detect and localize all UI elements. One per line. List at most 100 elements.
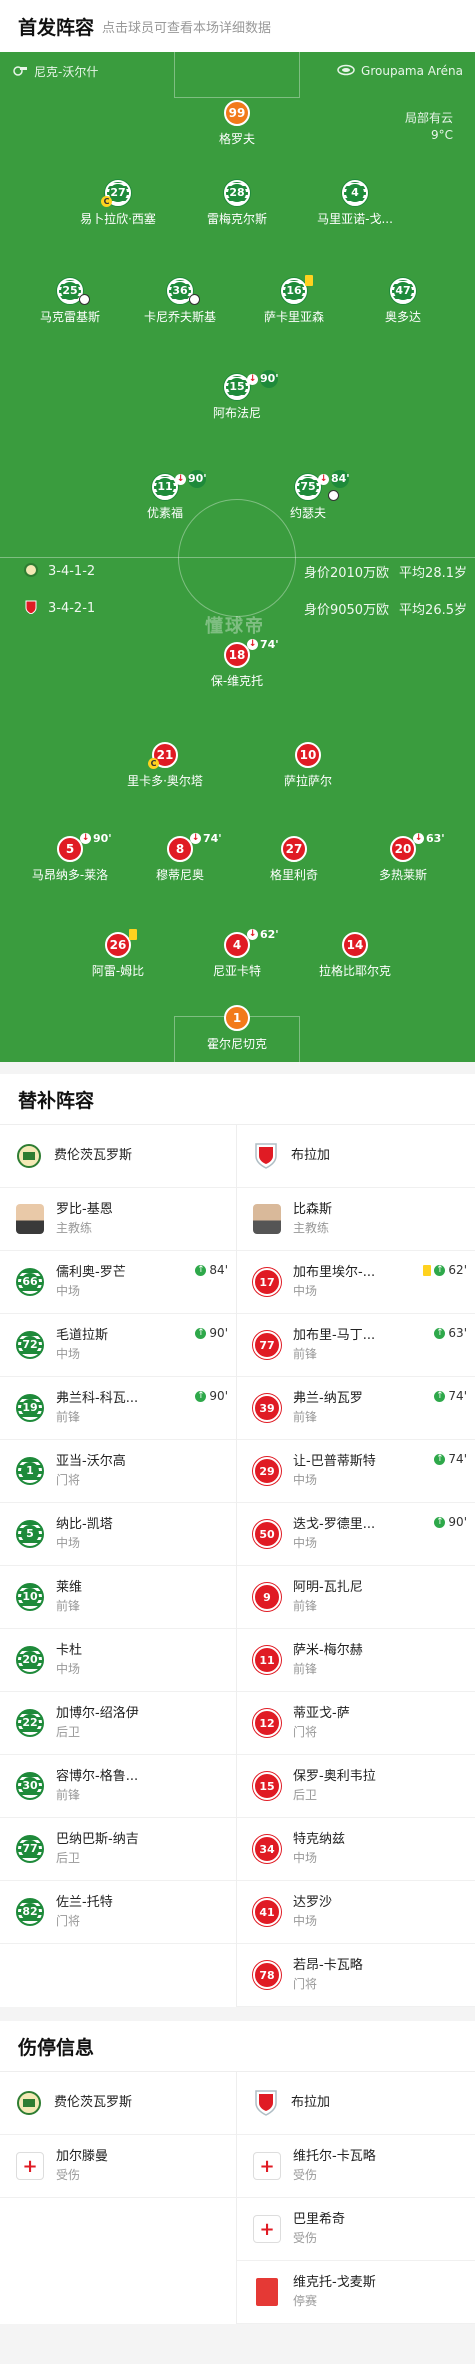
- sub-player-row[interactable]: 78 若昂-卡瓦略 门将: [237, 1944, 475, 2007]
- player-home[interactable]: 27 C 易卜拉欣·西塞: [58, 180, 178, 227]
- player-home[interactable]: 28 雷梅克尔斯: [177, 180, 297, 227]
- sub-player-row[interactable]: 50 迭戈-罗德里... 中场 ↑ 90': [237, 1503, 475, 1566]
- sub-off-marker: ↓ 90': [175, 470, 207, 488]
- player-away-gk[interactable]: 1 霍尔尼切克: [177, 1005, 297, 1052]
- sub-player-row[interactable]: 41 达罗沙 中场: [237, 1881, 475, 1944]
- player-name: 弗兰-纳瓦罗: [293, 1391, 363, 1406]
- player-name: 保罗-奥利韦拉: [293, 1769, 376, 1784]
- player-away[interactable]: 26 阿雷-姆比: [58, 929, 178, 979]
- home-team-row[interactable]: 费伦茨瓦罗斯: [0, 1125, 236, 1188]
- player-home[interactable]: 16 萨卡里亚森: [234, 275, 354, 325]
- sub-player-row[interactable]: 22 加博尔-绍洛伊 后卫: [0, 1692, 236, 1755]
- player-name: 毛道拉斯: [56, 1328, 109, 1343]
- sub-player-row[interactable]: 17 加布里埃尔-... 中场 ↑ 62': [237, 1251, 475, 1314]
- player-home[interactable]: 47 奥多达: [343, 278, 463, 325]
- coach-avatar: [16, 1204, 44, 1234]
- player-position: 中场: [56, 1347, 81, 1361]
- away-team-crest-icon: [253, 2089, 279, 2117]
- injury-row[interactable]: + 加尔滕曼 受伤: [0, 2135, 236, 2198]
- player-name: 维托尔-卡瓦略: [293, 2149, 376, 2164]
- player-away[interactable]: 20 ↓ 63' 多热莱斯: [343, 832, 463, 883]
- sub-on-icon: ↑: [434, 1516, 446, 1528]
- sub-player-row[interactable]: 29 让-巴普蒂斯特 中场 ↑ 74': [237, 1440, 475, 1503]
- sub-on-marker: ↑ 90': [195, 1389, 228, 1403]
- shirt-icon: 22: [16, 1709, 44, 1737]
- sub-off-marker: ↓ 74': [190, 832, 222, 845]
- shirt-icon: 34: [253, 1835, 281, 1863]
- sub-player-row[interactable]: 1 亚当-沃尔高 门将: [0, 1440, 236, 1503]
- player-home-gk[interactable]: 99 格罗夫: [177, 100, 297, 147]
- away-market-value: 身价9050万欧: [303, 603, 390, 618]
- player-away[interactable]: 8 ↓ 74' 穆蒂尼奥: [120, 832, 240, 883]
- away-formation-row: 3-4-2-1 身价9050万欧 平均26.5岁: [24, 599, 467, 618]
- sub-player-row[interactable]: 11 萨米-梅尔赫 前锋: [237, 1629, 475, 1692]
- player-away[interactable]: 18 ↓ 74' 保-维克托: [177, 638, 297, 689]
- sub-off-icon: ↓: [247, 929, 258, 940]
- team-name: 费伦茨瓦罗斯: [54, 2095, 133, 2110]
- player-name: 达罗沙: [293, 1895, 333, 1910]
- player-home[interactable]: 36 卡尼乔夫斯基: [120, 278, 240, 325]
- sub-player-row[interactable]: 15 保罗-奥利韦拉 后卫: [237, 1755, 475, 1818]
- suspension-row[interactable]: 维克托-戈麦斯 停赛: [237, 2261, 475, 2324]
- sub-player-row[interactable]: 66 儒利奥-罗芒 中场 ↑ 84': [0, 1251, 236, 1314]
- shirt-icon: 11 ↓ 90': [152, 470, 207, 500]
- injury-row[interactable]: + 维托尔-卡瓦略 受伤: [237, 2135, 475, 2198]
- away-coach-row[interactable]: 比森斯 主教练: [237, 1188, 475, 1251]
- home-subs-column: 费伦茨瓦罗斯 罗比-基恩 主教练 66 儒利奥-罗芒 中场 ↑ 84' 72 毛道拉斯 …: [0, 1125, 237, 2007]
- player-position: 中场: [293, 1851, 318, 1865]
- player-home[interactable]: 15 ↓ 90' 阿布法尼: [177, 370, 297, 421]
- sub-player-row[interactable]: 72 毛道拉斯 中场 ↑ 90': [0, 1314, 236, 1377]
- injury-row[interactable]: + 巴里希奇 受伤: [237, 2198, 475, 2261]
- yellow-card-icon: [423, 1264, 432, 1276]
- sub-player-row[interactable]: 5 纳比-凯塔 中场: [0, 1503, 236, 1566]
- player-away[interactable]: 27 格里利奇: [234, 836, 354, 883]
- sub-on-marker: ↑ 84': [195, 1263, 228, 1277]
- player-position: 前锋: [293, 1662, 318, 1676]
- player-name: 亚当-沃尔高: [56, 1454, 126, 1469]
- player-away[interactable]: 5 ↓ 90' 马昂纳多-莱洛: [10, 832, 130, 883]
- shirt-icon: 27: [281, 836, 307, 862]
- injury-status: 受伤: [293, 2168, 318, 2182]
- away-team-row[interactable]: 布拉加: [237, 1125, 475, 1188]
- player-name: 奥多达: [384, 310, 421, 324]
- player-home[interactable]: 25 马克雷基斯: [10, 278, 130, 325]
- sub-off-icon: ↓: [190, 833, 201, 844]
- shirt-icon: 10: [16, 1583, 44, 1611]
- team-name: 布拉加: [291, 2095, 331, 2110]
- player-away[interactable]: 14 拉格比耶尔克: [295, 932, 415, 979]
- player-position: 前锋: [293, 1347, 318, 1361]
- sub-player-row[interactable]: 10 莱维 前锋: [0, 1566, 236, 1629]
- sub-player-row[interactable]: 77 加布里-马丁... 前锋 ↑ 63': [237, 1314, 475, 1377]
- home-team-row[interactable]: 费伦茨瓦罗斯: [0, 2072, 236, 2135]
- player-home[interactable]: 4 马里亚诺-戈...: [295, 180, 415, 227]
- home-formation-row: 3-4-1-2 身价2010万欧 平均28.1岁: [24, 562, 467, 581]
- player-home[interactable]: 11 ↓ 90' 优素福: [105, 470, 225, 521]
- shirt-icon: 28: [224, 180, 250, 206]
- suspension-status: 停赛: [293, 2294, 318, 2308]
- player-name: 特克纳兹: [293, 1832, 346, 1847]
- player-away[interactable]: 4 ↓ 62' 尼亚卡特: [177, 928, 297, 979]
- away-team-row[interactable]: 布拉加: [237, 2072, 475, 2135]
- sub-player-row[interactable]: 30 容博尔-格鲁... 前锋: [0, 1755, 236, 1818]
- shirt-icon: 75 ↓ 84': [295, 470, 350, 501]
- player-away[interactable]: 21 C 里卡多·奥尔塔: [105, 742, 225, 789]
- sub-player-row[interactable]: 19 弗兰科-科瓦... 前锋 ↑ 90': [0, 1377, 236, 1440]
- referee: 尼克-沃尔什: [12, 63, 98, 80]
- sub-player-row[interactable]: 12 蒂亚戈-萨 门将: [237, 1692, 475, 1755]
- home-team-crest-icon: [16, 1142, 42, 1170]
- venue-name: Groupama Aréna: [361, 64, 463, 78]
- player-away[interactable]: 10 萨拉萨尔: [248, 742, 368, 789]
- sub-player-row[interactable]: 34 特克纳兹 中场: [237, 1818, 475, 1881]
- player-name: 让-巴普蒂斯特: [293, 1454, 376, 1469]
- player-home[interactable]: 75 ↓ 84' 约瑟夫: [248, 470, 368, 521]
- sub-player-row[interactable]: 77 巴纳巴斯-纳吉 后卫: [0, 1818, 236, 1881]
- sub-player-row[interactable]: 20 卡杜 中场: [0, 1629, 236, 1692]
- home-coach-row[interactable]: 罗比-基恩 主教练: [0, 1188, 236, 1251]
- injury-status: 受伤: [293, 2231, 318, 2245]
- player-position: 中场: [293, 1284, 318, 1298]
- sub-player-row[interactable]: 82 佐兰-托特 门将: [0, 1881, 236, 1944]
- sub-on-icon: ↑: [434, 1390, 446, 1402]
- sub-player-row[interactable]: 39 弗兰-纳瓦罗 前锋 ↑ 74': [237, 1377, 475, 1440]
- away-formation: 3-4-2-1: [48, 601, 96, 616]
- sub-player-row[interactable]: 9 阿明-瓦扎尼 前锋: [237, 1566, 475, 1629]
